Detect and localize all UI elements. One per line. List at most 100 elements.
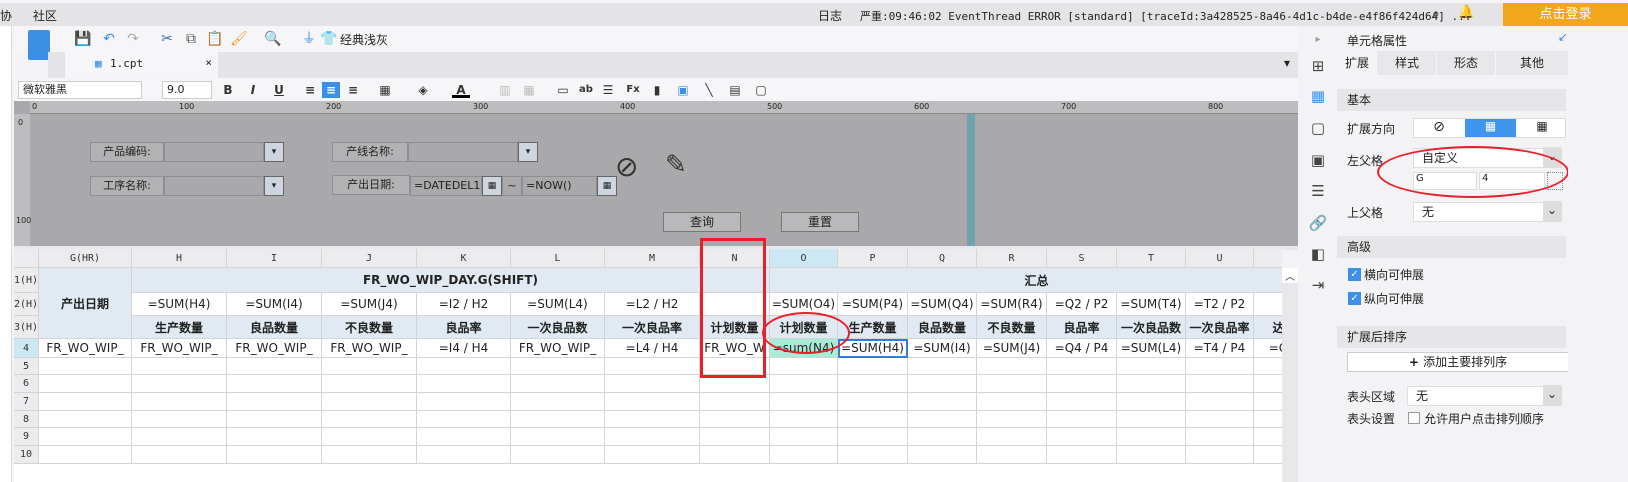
column-header[interactable]: J — [322, 249, 417, 268]
header-cell[interactable]: 不良数量 — [977, 316, 1047, 339]
empty-cell[interactable] — [511, 393, 605, 411]
empty-cell[interactable] — [39, 393, 132, 411]
v-expand-checkbox[interactable]: ✓ — [1348, 292, 1361, 305]
data-cell[interactable]: =SUM(I4) — [908, 339, 977, 358]
section-sort-after-expand[interactable]: 扩展后排序 — [1337, 326, 1566, 348]
empty-cell[interactable] — [1186, 446, 1254, 464]
empty-cell[interactable] — [417, 411, 511, 428]
h-expand-checkbox[interactable]: ✓ — [1348, 268, 1361, 281]
empty-cell[interactable] — [977, 358, 1047, 375]
empty-cell[interactable] — [322, 358, 417, 375]
tab-form[interactable]: 形态 — [1437, 51, 1495, 75]
empty-cell[interactable] — [39, 375, 132, 393]
formula-cell[interactable]: =Q2 / P2 — [1047, 293, 1117, 316]
empty-cell[interactable] — [1186, 375, 1254, 393]
data-cell[interactable]: FR_WO_WIP_ — [39, 339, 132, 358]
empty-cell[interactable] — [1117, 428, 1186, 446]
menu-help[interactable]: 协 — [0, 7, 12, 24]
empty-cell[interactable] — [838, 393, 908, 411]
empty-cell[interactable] — [1047, 358, 1117, 375]
empty-cell[interactable] — [605, 411, 700, 428]
format-painter-icon[interactable]: 🖌 — [230, 30, 248, 48]
column-header[interactable]: H — [132, 249, 227, 268]
empty-cell[interactable] — [511, 358, 605, 375]
empty-cell[interactable] — [908, 358, 977, 375]
column-header[interactable]: L — [511, 249, 605, 268]
save-icon[interactable]: 💾 — [74, 30, 92, 48]
empty-cell[interactable] — [417, 393, 511, 411]
border-icon[interactable]: ▦ — [376, 82, 394, 98]
product-code-input[interactable] — [164, 142, 264, 162]
formula-icon[interactable]: Fx — [624, 82, 642, 98]
empty-cell[interactable] — [1254, 446, 1282, 464]
header-cell[interactable]: 生产数量 — [132, 316, 227, 339]
column-header[interactable]: G(HR) — [39, 249, 132, 268]
row-header[interactable]: 9 — [14, 428, 39, 446]
empty-cell[interactable] — [227, 358, 322, 375]
rich-text-icon[interactable]: ☰ — [599, 82, 617, 98]
empty-cell[interactable] — [39, 428, 132, 446]
header-cell[interactable]: 达 — [1254, 316, 1282, 339]
row-header[interactable]: 4 — [14, 339, 39, 358]
empty-cell[interactable] — [322, 428, 417, 446]
align-left-icon[interactable]: ≡ — [301, 82, 319, 98]
date-to-input[interactable]: =NOW() — [522, 176, 597, 196]
widget-icon[interactable]: ▣ — [1308, 150, 1328, 170]
formula-cell[interactable]: =I2 / H2 — [417, 293, 511, 316]
line-name-input[interactable] — [408, 142, 518, 162]
empty-cell[interactable] — [322, 446, 417, 464]
theme-label[interactable]: 经典浅灰 — [340, 31, 388, 48]
row-header[interactable]: 8 — [14, 411, 39, 428]
data-cell[interactable]: =SUM(H4) — [838, 339, 908, 358]
empty-cell[interactable] — [1254, 428, 1282, 446]
date-header-cell[interactable]: 产出日期 — [39, 268, 132, 339]
formula-cell[interactable]: =SUM(P4) — [838, 293, 908, 316]
header-cell[interactable]: 一次良品率 — [1186, 316, 1254, 339]
copy-icon[interactable]: ⧉ — [182, 30, 200, 48]
tab-other[interactable]: 其他 — [1496, 51, 1568, 75]
row-header[interactable]: 5 — [14, 358, 39, 375]
subreport-icon[interactable]: ▤ — [726, 82, 744, 98]
header-area-select[interactable]: 无 — [1407, 385, 1562, 406]
vertical-scrollbar[interactable]: ︿ — [1282, 268, 1298, 482]
empty-cell[interactable] — [511, 375, 605, 393]
spreadsheet-grid[interactable]: G(HR) H I J K L M N O P Q R S T U 1(H) 2(H) 3(H) 4 5 6 7 8 9 10 产… — [14, 249, 1282, 482]
data-cell[interactable]: FR_WO_WIP_ — [227, 339, 322, 358]
search-icon[interactable]: ⌕ — [1432, 6, 1440, 22]
empty-cell[interactable] — [1047, 428, 1117, 446]
reset-button[interactable]: 重置 — [781, 212, 859, 232]
empty-cell[interactable] — [908, 375, 977, 393]
cell-border-icon[interactable]: ▢ — [752, 82, 770, 98]
cell-element-icon[interactable]: ⊞ — [1308, 56, 1328, 76]
header-cell[interactable]: 良品数量 — [227, 316, 322, 339]
menu-community[interactable]: 社区 — [33, 7, 57, 24]
formula-cell[interactable]: =SUM(H4) — [132, 293, 227, 316]
empty-cell[interactable] — [1117, 358, 1186, 375]
collapse-arrow-icon[interactable]: ▸ — [1308, 30, 1328, 50]
empty-cell[interactable] — [227, 375, 322, 393]
row-header[interactable]: 10 — [14, 446, 39, 464]
align-center-icon[interactable]: ≡ — [322, 82, 340, 98]
tab-style[interactable]: 样式 — [1378, 51, 1436, 75]
empty-cell[interactable] — [977, 411, 1047, 428]
slash-icon[interactable]: ╲ — [700, 82, 718, 98]
data-cell[interactable]: =I4 / H4 — [417, 339, 511, 358]
column-header[interactable]: O — [770, 249, 838, 268]
header-cell[interactable]: 一次良品率 — [605, 316, 700, 339]
bold-button[interactable]: B — [219, 82, 237, 98]
data-cell[interactable]: =T4 / P4 — [1186, 339, 1254, 358]
empty-cell[interactable] — [227, 393, 322, 411]
bell-icon[interactable]: 🔔 — [1458, 5, 1474, 20]
empty-cell[interactable] — [605, 428, 700, 446]
formula-cell[interactable]: =SUM(I4) — [227, 293, 322, 316]
date-from-input[interactable]: =DATEDEL1 — [410, 176, 482, 196]
empty-cell[interactable] — [700, 446, 770, 464]
tab-expand[interactable]: 扩展 — [1337, 51, 1377, 75]
import-icon[interactable]: ⇥ — [1308, 275, 1328, 295]
formula-cell[interactable]: =SUM(T4) — [1117, 293, 1186, 316]
redo-icon[interactable]: ↷ — [124, 30, 142, 48]
fill-color-icon[interactable]: ◈ — [414, 82, 432, 98]
column-header[interactable] — [1254, 249, 1282, 268]
data-cell[interactable]: =SUM(J4) — [977, 339, 1047, 358]
up-parent-select[interactable]: 无 — [1413, 201, 1562, 222]
